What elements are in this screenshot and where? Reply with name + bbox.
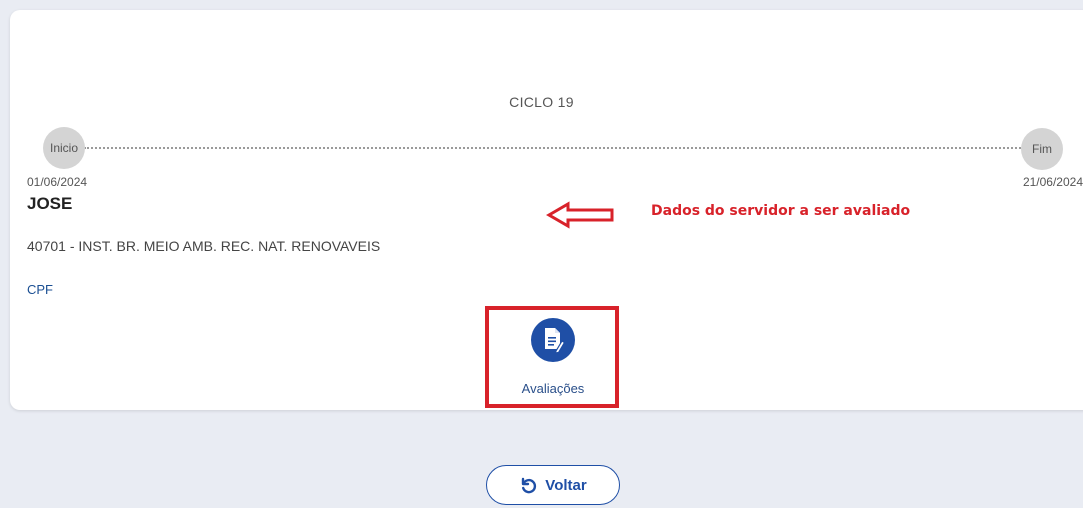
timeline-start-node: Inicio: [43, 127, 85, 169]
end-date: 21/06/2024: [1022, 175, 1083, 189]
annotation-text: Dados do servidor a ser avaliado: [651, 203, 911, 219]
annotation-arrow-icon: [546, 201, 614, 229]
timeline-end-label: Fim: [1032, 142, 1052, 156]
evaluations-button[interactable]: Avaliações: [505, 318, 601, 406]
server-organization: 40701 - INST. BR. MEIO AMB. REC. NAT. RE…: [27, 238, 381, 254]
undo-icon: [522, 477, 537, 494]
evaluations-label: Avaliações: [521, 381, 585, 396]
timeline-start-label: Inicio: [49, 141, 78, 155]
document-edit-icon: [531, 318, 575, 362]
timeline-end-node: Fim: [1021, 128, 1063, 170]
back-label: Voltar: [545, 476, 587, 494]
cycle-title: CICLO 19: [509, 94, 574, 110]
back-button[interactable]: Voltar: [486, 465, 620, 505]
timeline-line: [84, 147, 1024, 149]
server-name: JOSE: [27, 194, 73, 213]
server-cpf: CPF: [27, 282, 53, 297]
start-date: 01/06/2024: [27, 175, 88, 189]
